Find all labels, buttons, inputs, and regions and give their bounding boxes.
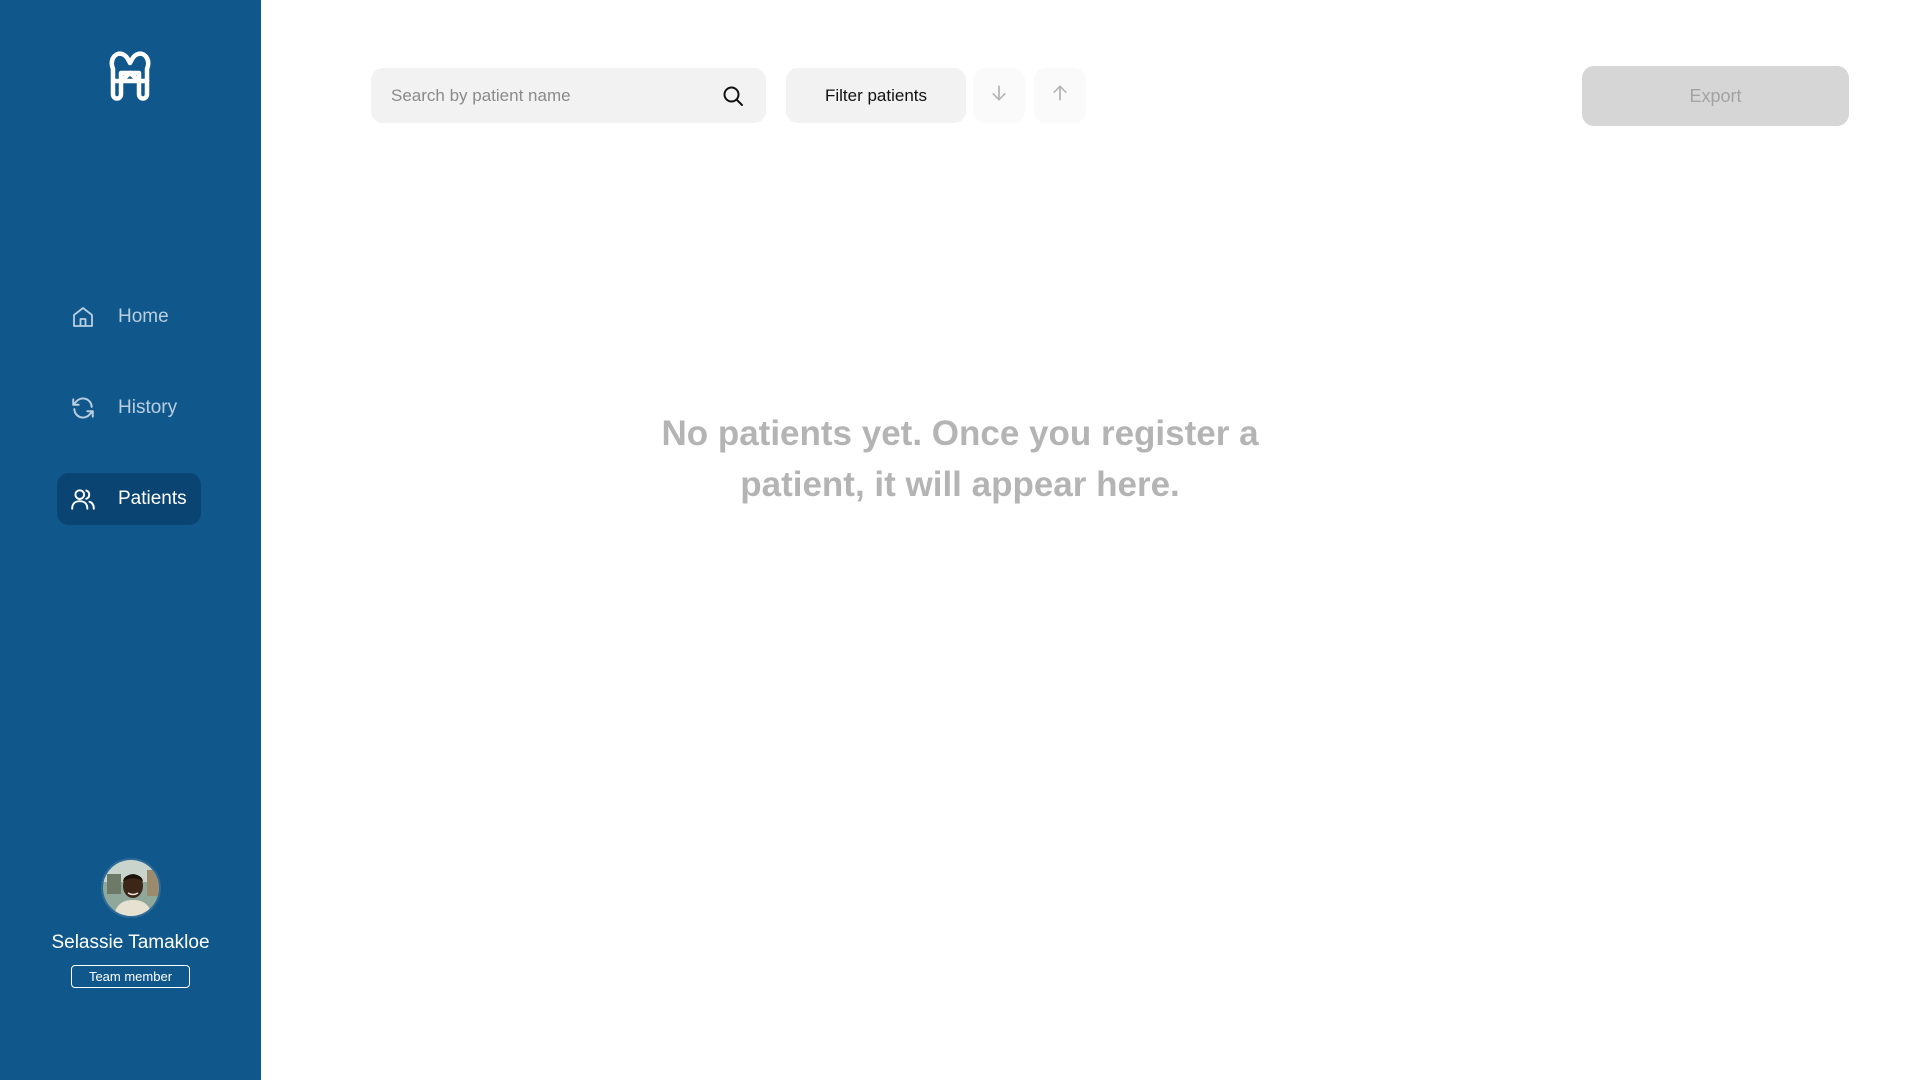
sort-ascending-button[interactable] bbox=[1034, 68, 1086, 123]
search-icon[interactable] bbox=[720, 83, 746, 109]
user-name: Selassie Tamakloe bbox=[51, 932, 210, 953]
home-icon bbox=[70, 304, 96, 330]
search-input[interactable] bbox=[391, 85, 720, 106]
filter-patients-button[interactable]: Filter patients bbox=[786, 68, 966, 123]
sidebar-item-history[interactable]: History bbox=[57, 382, 201, 434]
arrow-up-icon bbox=[1050, 83, 1070, 108]
user-profile[interactable]: Selassie Tamakloe Team member bbox=[0, 858, 261, 988]
avatar[interactable] bbox=[100, 858, 161, 918]
arrow-down-icon bbox=[989, 83, 1009, 108]
search-bar bbox=[371, 68, 766, 123]
app-root: Home History Patients Selassie Tamakloe … bbox=[0, 0, 1920, 1080]
sidebar-item-home[interactable]: Home bbox=[57, 291, 201, 343]
empty-state-message: No patients yet. Once you register a pat… bbox=[661, 414, 1259, 504]
role-badge: Team member bbox=[70, 965, 191, 988]
sidebar: Home History Patients Selassie Tamakloe … bbox=[0, 0, 261, 1080]
sort-descending-button[interactable] bbox=[973, 68, 1025, 123]
sidebar-item-patients[interactable]: Patients bbox=[57, 473, 201, 525]
export-button[interactable]: Export bbox=[1582, 66, 1849, 126]
users-icon bbox=[70, 486, 96, 512]
sidebar-item-label: Home bbox=[118, 306, 169, 327]
tooth-logo-icon[interactable] bbox=[106, 49, 154, 103]
sidebar-item-label: History bbox=[118, 397, 178, 418]
refresh-icon bbox=[70, 395, 96, 421]
sidebar-item-label: Patients bbox=[118, 488, 187, 509]
